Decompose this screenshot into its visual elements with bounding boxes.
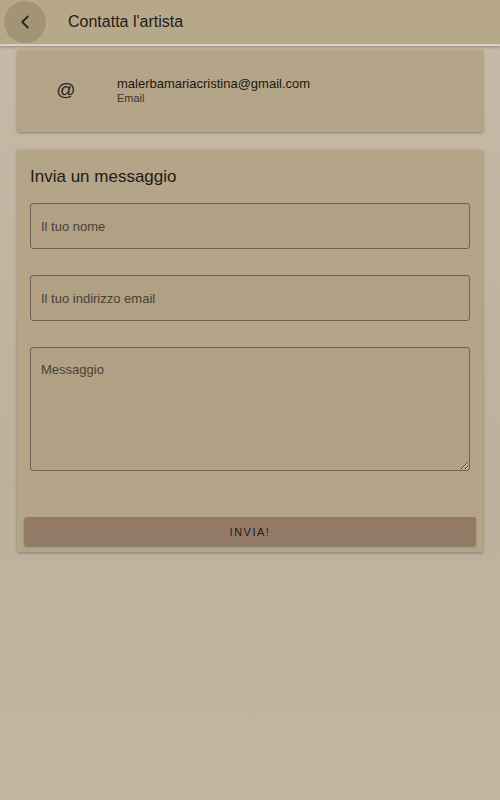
contact-row[interactable]: @ malerbamariacristina@gmail.comEmail	[17, 50, 483, 132]
contact-label: Email	[117, 92, 310, 104]
page: Contatta l'artista @ malerbamariacristina@…	[0, 0, 500, 800]
message-card: Invia un messaggio INVIA!	[17, 150, 483, 552]
back-button[interactable]	[4, 1, 46, 43]
form-fields	[24, 203, 476, 471]
form-title: Invia un messaggio	[24, 166, 476, 188]
submit-button[interactable]: INVIA!	[24, 517, 476, 546]
chevron-left-icon	[14, 11, 36, 33]
text-input[interactable]	[30, 203, 470, 249]
contact-card: @ malerbamariacristina@gmail.comEmail	[17, 50, 483, 132]
page-title: Contatta l'artista	[68, 13, 183, 31]
contact-email: malerbamariacristina@gmail.com	[117, 76, 310, 91]
text-input[interactable]	[30, 275, 470, 321]
contact-text: malerbamariacristina@gmail.comEmail	[117, 76, 310, 104]
app-bar: Contatta l'artista	[0, 0, 500, 46]
at-icon: @	[43, 79, 89, 101]
message-form: INVIA!	[24, 203, 476, 546]
message-textarea[interactable]	[30, 347, 470, 471]
content: @ malerbamariacristina@gmail.comEmail Invi…	[0, 46, 500, 572]
